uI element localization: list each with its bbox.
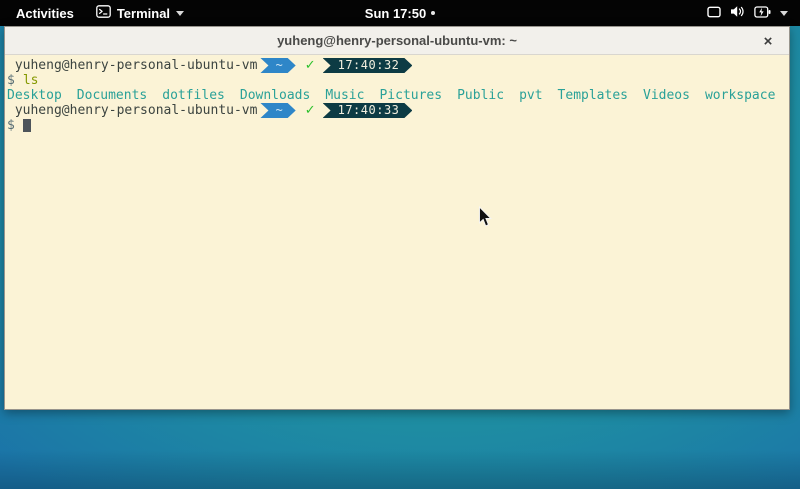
powerline-time-segment: 17:40:32	[323, 58, 413, 73]
command-text: ls	[23, 73, 39, 88]
prompt-user-host: yuheng@henry-personal-ubuntu-vm	[7, 58, 257, 73]
directory-entry: Templates	[558, 88, 628, 103]
chevron-down-icon	[176, 11, 184, 16]
prompt-line-2: yuheng@henry-personal-ubuntu-vm ~ ✓ 17:4…	[7, 103, 787, 118]
volume-icon	[730, 5, 745, 21]
directory-entry: pvt	[519, 88, 542, 103]
top-bar: Activities Terminal Sun 17:50	[0, 0, 800, 26]
prompt-user-host: yuheng@henry-personal-ubuntu-vm	[7, 103, 257, 118]
directory-entry: Public	[457, 88, 504, 103]
directory-entry: Pictures	[379, 88, 442, 103]
desktop: Activities Terminal Sun 17:50	[0, 0, 800, 489]
chevron-down-icon	[780, 11, 788, 16]
directory-entry: workspace	[705, 88, 775, 103]
powerline-time-segment: 17:40:33	[323, 103, 413, 118]
powerline-cwd-segment: ~	[260, 58, 295, 73]
window-title: yuheng@henry-personal-ubuntu-vm: ~	[277, 33, 517, 48]
powerline-cwd-segment: ~	[260, 103, 295, 118]
terminal-cursor	[23, 119, 31, 132]
close-button[interactable]: ×	[757, 30, 779, 52]
command-line-1: $ ls	[7, 73, 787, 88]
battery-charging-icon	[754, 6, 771, 21]
activities-button[interactable]: Activities	[12, 6, 78, 21]
clock-label: Sun 17:50	[365, 6, 426, 21]
notification-dot-icon	[431, 11, 435, 15]
screen-icon	[707, 6, 721, 21]
terminal-viewport[interactable]: yuheng@henry-personal-ubuntu-vm ~ ✓ 17:4…	[5, 55, 789, 409]
directory-entry: Videos	[643, 88, 690, 103]
directory-entry: Desktop	[7, 88, 62, 103]
status-check-icon: ✓	[305, 58, 316, 73]
prompt-line-1: yuheng@henry-personal-ubuntu-vm ~ ✓ 17:4…	[7, 58, 787, 73]
terminal-window: yuheng@henry-personal-ubuntu-vm: ~ × yuh…	[4, 26, 790, 410]
command-line-2: $	[7, 118, 787, 133]
app-menu-terminal[interactable]: Terminal	[96, 5, 184, 21]
ls-output-line: Desktop Documents dotfiles Downloads Mus…	[7, 88, 787, 103]
system-status-area[interactable]	[703, 0, 792, 26]
directory-entry: Documents	[77, 88, 147, 103]
prompt-symbol: $	[7, 118, 15, 133]
directory-entry: dotfiles	[162, 88, 225, 103]
prompt-symbol: $	[7, 73, 15, 88]
clock-button[interactable]: Sun 17:50	[365, 6, 435, 21]
status-check-icon: ✓	[305, 103, 316, 118]
directory-entry: Downloads	[240, 88, 310, 103]
window-titlebar[interactable]: yuheng@henry-personal-ubuntu-vm: ~ ×	[5, 27, 789, 55]
directory-entry: Music	[325, 88, 364, 103]
terminal-app-icon	[96, 5, 111, 21]
app-menu-label: Terminal	[117, 6, 170, 21]
